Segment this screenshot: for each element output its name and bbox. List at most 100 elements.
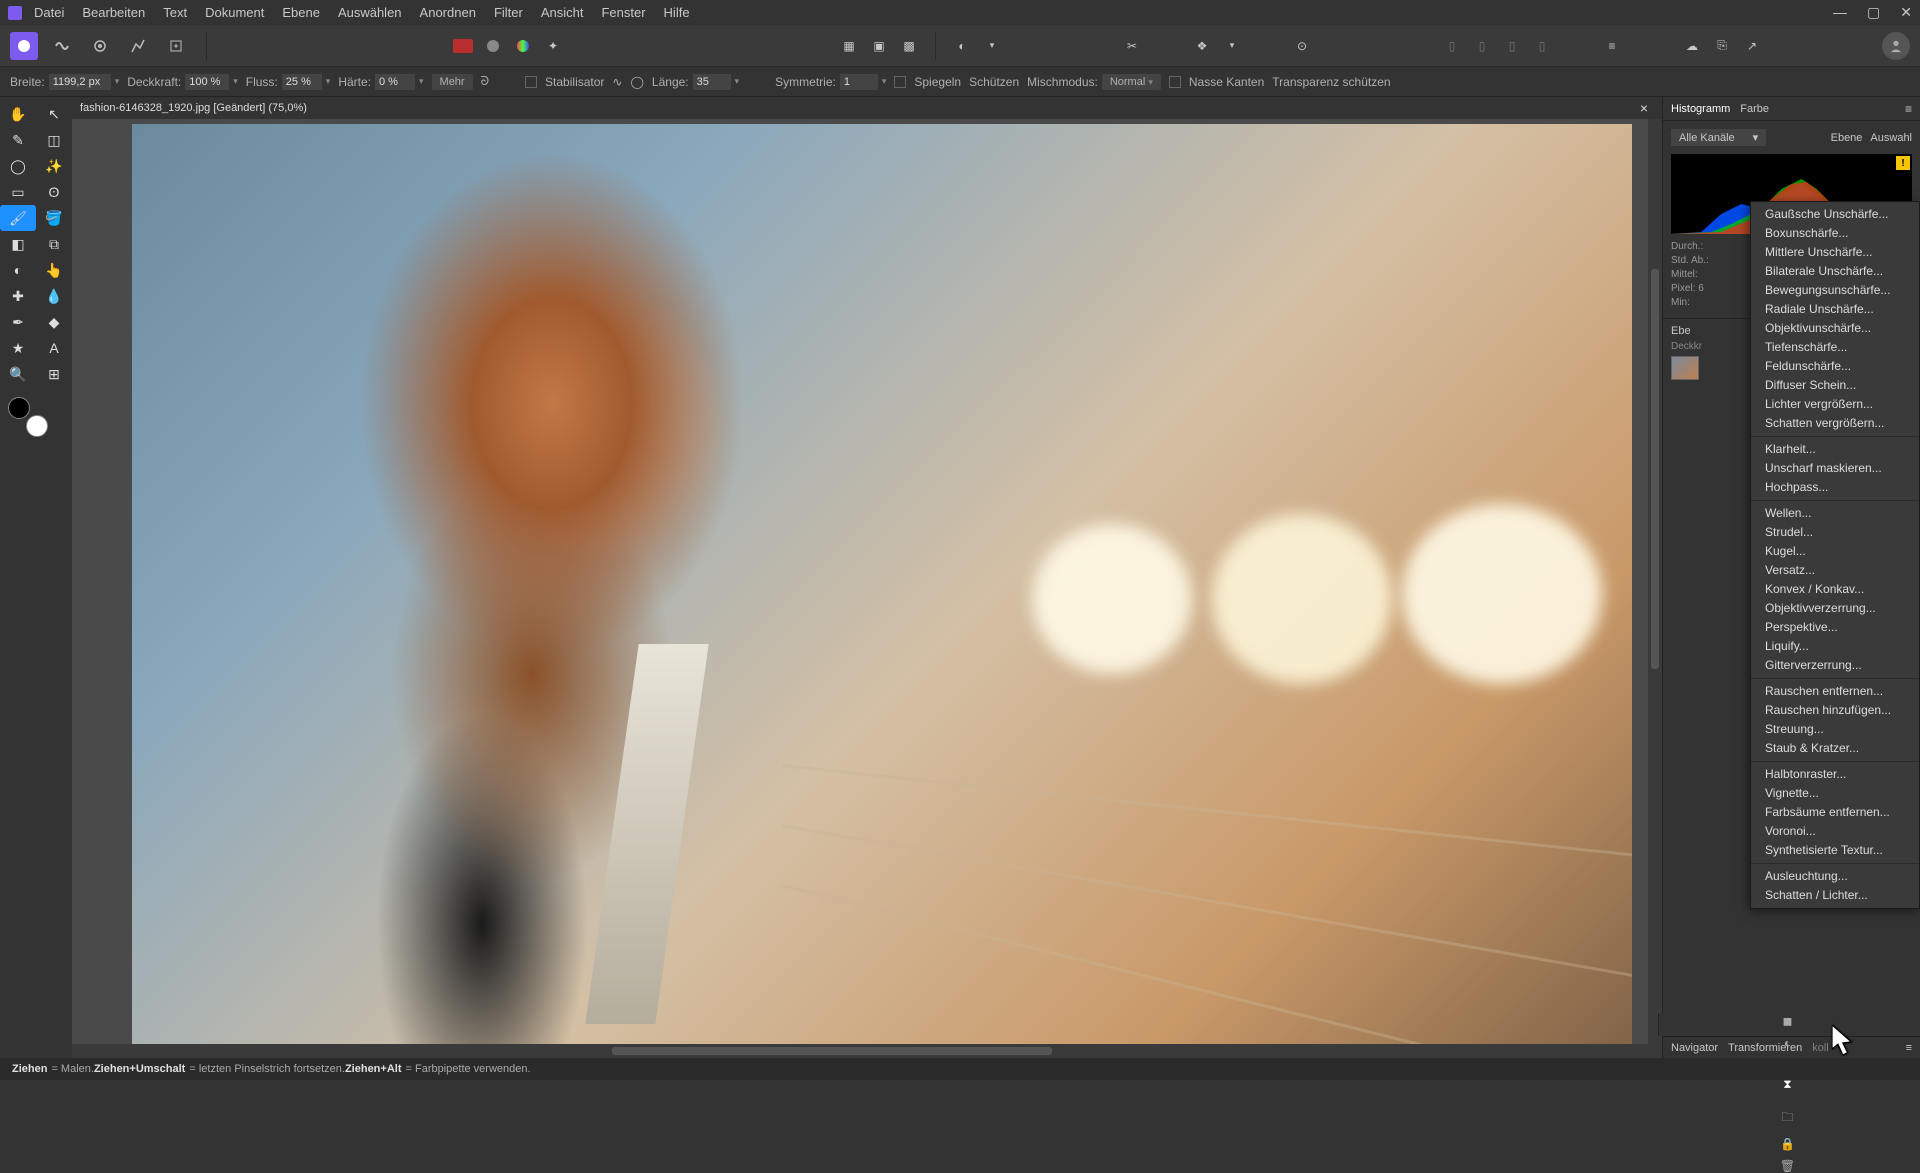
tab-histogram[interactable]: Histogramm xyxy=(1671,103,1730,115)
blur-tool[interactable]: 💧 xyxy=(36,283,72,309)
mesh-warp-tool[interactable]: ⊞ xyxy=(36,361,72,387)
auto-levels-icon[interactable]: ✦ xyxy=(543,36,563,56)
chevron-down-icon[interactable]: ▾ xyxy=(982,36,1002,56)
account-avatar[interactable] xyxy=(1882,32,1910,60)
develop-persona-button[interactable] xyxy=(86,32,114,60)
mask-layer-icon[interactable]: ◼ xyxy=(1783,1014,1793,1028)
histogram-scope-selection[interactable]: Auswahl xyxy=(1870,132,1912,144)
chevron-down-icon[interactable]: ▾ xyxy=(1222,36,1242,56)
share-icon[interactable]: ↗ xyxy=(1742,36,1762,56)
minimize-icon[interactable]: — xyxy=(1833,4,1847,21)
menu-datei[interactable]: Datei xyxy=(34,5,64,20)
swatch-red[interactable] xyxy=(453,36,473,56)
opacity-input[interactable] xyxy=(185,74,229,90)
hardness-input[interactable] xyxy=(375,74,415,90)
paint-brush-tool[interactable]: 🖌 xyxy=(0,205,36,231)
healing-tool[interactable]: ✚ xyxy=(0,283,36,309)
photo-persona-button[interactable] xyxy=(10,32,38,60)
color-selector[interactable] xyxy=(8,397,48,437)
blendmode-select[interactable]: Normal ▾ xyxy=(1102,74,1161,90)
filter-menu-item[interactable]: Synthetisierte Textur... xyxy=(1751,841,1919,860)
filter-menu-item[interactable]: Boxunschärfe... xyxy=(1751,224,1919,243)
filter-menu-item[interactable]: Liquify... xyxy=(1751,637,1919,656)
cloud-sync-icon[interactable]: ☁ xyxy=(1682,36,1702,56)
layer-thumbnail[interactable] xyxy=(1671,356,1699,380)
filter-menu-item[interactable]: Objektivunschärfe... xyxy=(1751,319,1919,338)
snapping-icon[interactable]: ❖ xyxy=(1192,36,1212,56)
menu-dokument[interactable]: Dokument xyxy=(205,5,264,20)
clipping-warning-icon[interactable]: ! xyxy=(1896,156,1910,170)
align-left-icon[interactable]: ▯ xyxy=(1442,36,1462,56)
filter-menu-item[interactable]: Lichter vergrößern... xyxy=(1751,395,1919,414)
menu-auswaehlen[interactable]: Auswählen xyxy=(338,5,402,20)
length-input[interactable] xyxy=(693,74,731,90)
erase-tool[interactable]: ◧ xyxy=(0,231,36,257)
filter-menu-item[interactable]: Halbtonraster... xyxy=(1751,765,1919,784)
filter-menu-item[interactable]: Staub & Kratzer... xyxy=(1751,739,1919,758)
background-color[interactable] xyxy=(26,415,48,437)
shape-tool[interactable]: ★ xyxy=(0,335,36,361)
quick-mask-icon[interactable]: ◐ xyxy=(952,36,972,56)
filter-menu-item[interactable]: Streuung... xyxy=(1751,720,1919,739)
move-tool[interactable]: ↖ xyxy=(36,101,72,127)
filter-menu-item[interactable]: Rauschen hinzufügen... xyxy=(1751,701,1919,720)
selection-all-icon[interactable]: ▩ xyxy=(899,36,919,56)
fill-tool[interactable]: 🪣 xyxy=(36,205,72,231)
rope-stabilizer-icon[interactable]: ∿ xyxy=(612,75,622,89)
view-tool[interactable]: ✋ xyxy=(0,101,36,127)
swatch-rainbow-icon[interactable] xyxy=(513,36,533,56)
close-tab-icon[interactable]: × xyxy=(1640,100,1648,116)
menu-filter[interactable]: Filter xyxy=(494,5,523,20)
filter-menu-item[interactable]: Bilaterale Unschärfe... xyxy=(1751,262,1919,281)
flow-input[interactable] xyxy=(282,74,322,90)
panel-menu-icon[interactable]: ≡ xyxy=(1905,102,1912,116)
tab-transform[interactable]: Transformieren xyxy=(1728,1042,1802,1054)
menu-fenster[interactable]: Fenster xyxy=(601,5,645,20)
filter-menu-item[interactable]: Klarheit... xyxy=(1751,440,1919,459)
mirror-checkbox[interactable] xyxy=(894,76,906,88)
crop-icon[interactable]: ✂ xyxy=(1122,36,1142,56)
filter-menu-item[interactable]: Vignette... xyxy=(1751,784,1919,803)
filter-menu-item[interactable]: Kugel... xyxy=(1751,542,1919,561)
filter-menu-item[interactable]: Feldunschärfe... xyxy=(1751,357,1919,376)
document-tab[interactable]: fashion-6146328_1920.jpg [Geändert] (75,… xyxy=(72,97,1662,119)
crop-tool[interactable]: ◫ xyxy=(36,127,72,153)
align-right-icon[interactable]: ▯ xyxy=(1502,36,1522,56)
histogram-scope-layer[interactable]: Ebene xyxy=(1831,132,1863,144)
selection-hide-icon[interactable]: ▦ xyxy=(839,36,859,56)
panel-menu-icon[interactable]: ≡ xyxy=(1906,1042,1912,1054)
filter-menu-item[interactable]: Schatten vergrößern... xyxy=(1751,414,1919,433)
flood-select-tool[interactable]: ✨ xyxy=(36,153,72,179)
filter-menu-item[interactable]: Strudel... xyxy=(1751,523,1919,542)
menu-text[interactable]: Text xyxy=(163,5,187,20)
width-input[interactable] xyxy=(49,74,111,90)
filter-menu-item[interactable]: Konvex / Konkav... xyxy=(1751,580,1919,599)
channel-select[interactable]: Alle Kanäle▾ xyxy=(1671,129,1766,146)
filter-menu-item[interactable]: Rauschen entfernen... xyxy=(1751,682,1919,701)
filter-menu-item[interactable]: Tiefenschärfe... xyxy=(1751,338,1919,357)
maximize-icon[interactable]: ▢ xyxy=(1867,4,1880,21)
scrollbar-horizontal[interactable] xyxy=(72,1044,1662,1058)
align-justify-icon[interactable]: ▯ xyxy=(1532,36,1552,56)
node-tool[interactable]: ◆ xyxy=(36,309,72,335)
stabilizer-checkbox[interactable] xyxy=(525,76,537,88)
tab-navigator[interactable]: Navigator xyxy=(1671,1042,1718,1054)
marquee-tool[interactable]: ▭ xyxy=(0,179,36,205)
filter-menu-item[interactable]: Perspektive... xyxy=(1751,618,1919,637)
arrange-icon[interactable]: ≡ xyxy=(1602,36,1622,56)
filter-menu-item[interactable]: Versatz... xyxy=(1751,561,1919,580)
stock-icon[interactable]: ⎘ xyxy=(1712,36,1732,56)
filter-menu-item[interactable]: Hochpass... xyxy=(1751,478,1919,497)
filter-menu-item[interactable]: Wellen... xyxy=(1751,504,1919,523)
menu-anordnen[interactable]: Anordnen xyxy=(420,5,476,20)
symmetry-input[interactable] xyxy=(840,74,878,90)
selection-show-icon[interactable]: ▣ xyxy=(869,36,889,56)
pressure-icon[interactable]: ᘐ xyxy=(481,74,489,89)
menu-ebene[interactable]: Ebene xyxy=(282,5,320,20)
scrollbar-vertical[interactable] xyxy=(1648,119,1662,1044)
zoom-tool[interactable]: 🔍 xyxy=(0,361,36,387)
liquify-persona-button[interactable] xyxy=(48,32,76,60)
filter-menu-item[interactable]: Farbsäume entfernen... xyxy=(1751,803,1919,822)
align-center-icon[interactable]: ▯ xyxy=(1472,36,1492,56)
tab-layers[interactable]: Ebe xyxy=(1671,325,1691,337)
